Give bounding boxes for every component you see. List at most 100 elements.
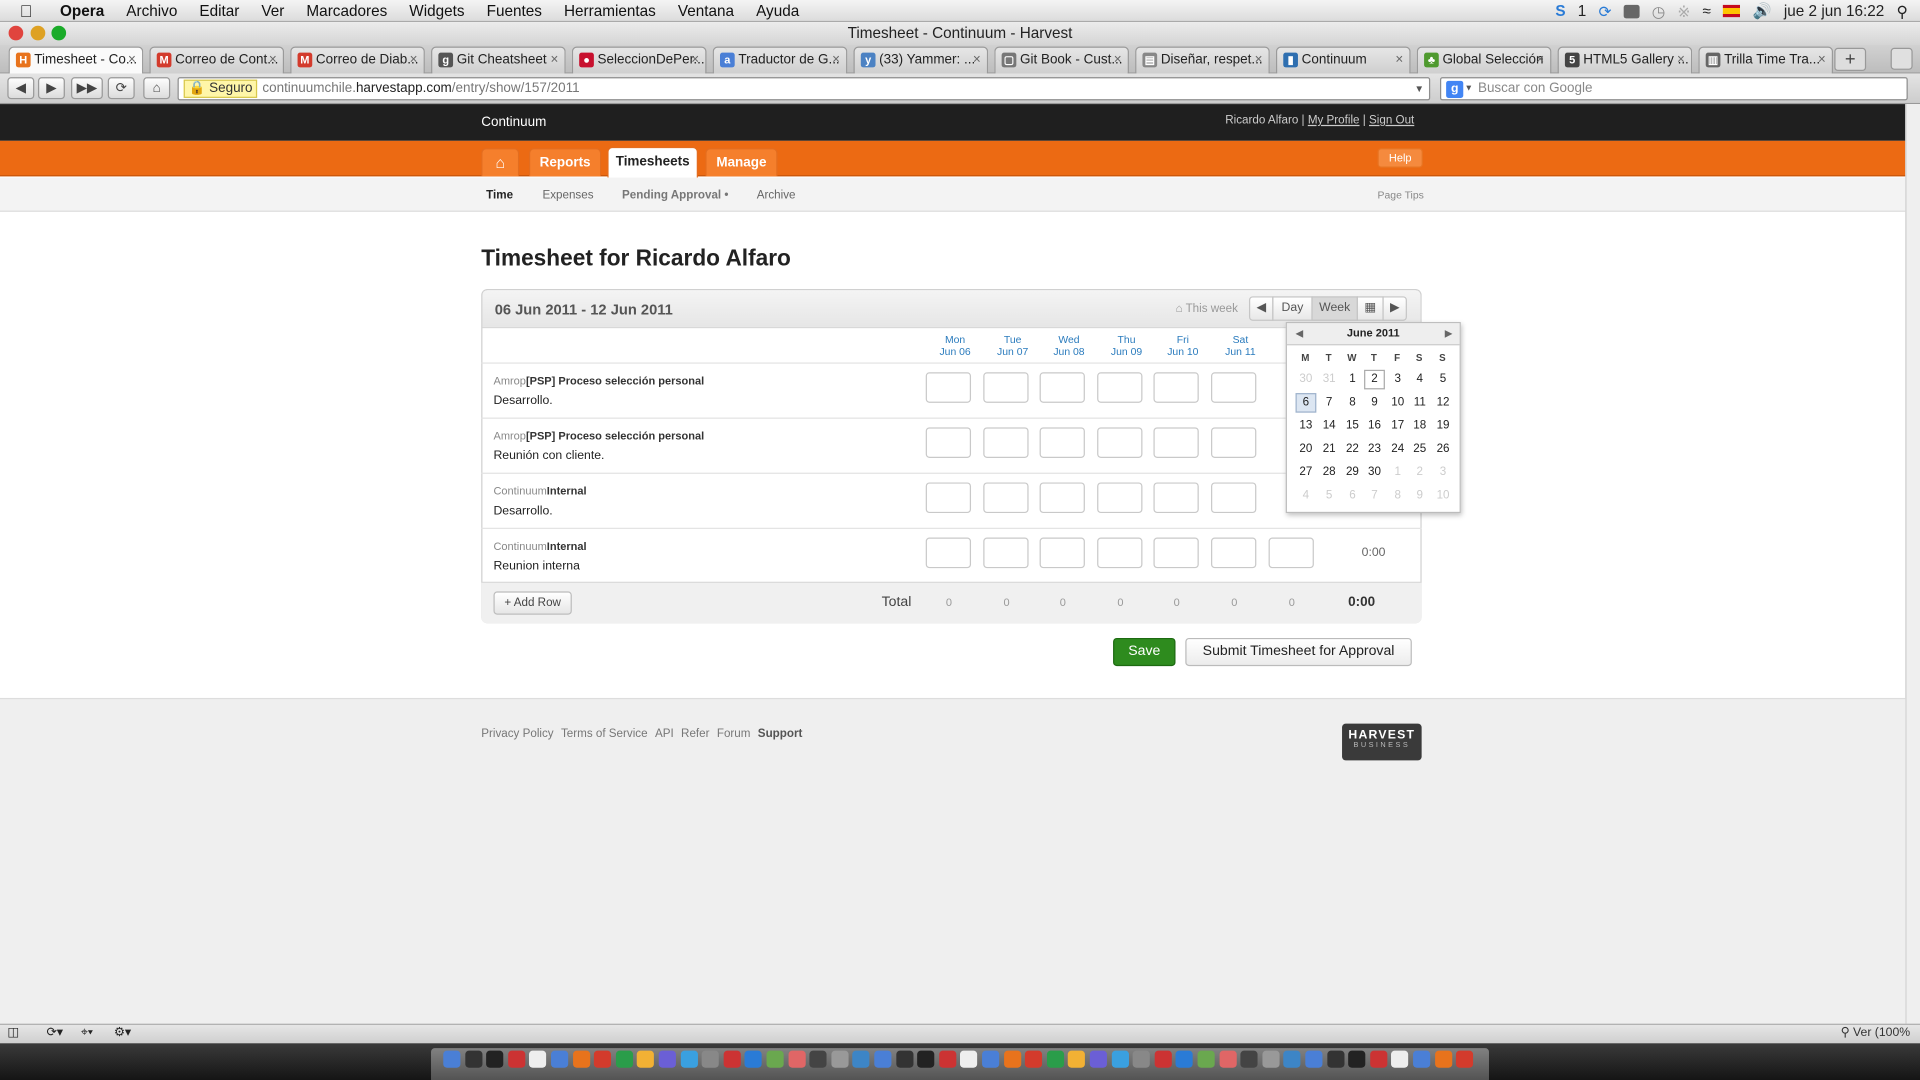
hours-input[interactable]: [1211, 482, 1257, 514]
dock-app-icon[interactable]: [766, 1050, 784, 1068]
calendar-button[interactable]: ▦: [1356, 296, 1384, 321]
hours-input[interactable]: [1097, 427, 1143, 458]
dock-app-icon[interactable]: [874, 1050, 892, 1068]
tab-close-icon[interactable]: ×: [1818, 48, 1826, 72]
hours-input[interactable]: [925, 482, 972, 514]
tab-8[interactable]: ▢ Git Book - Cust... ×: [994, 46, 1129, 74]
url-dropdown-icon[interactable]: ▼: [1414, 78, 1424, 99]
secure-badge[interactable]: 🔒 Seguro: [183, 79, 258, 98]
back-button[interactable]: ◀: [7, 77, 35, 100]
footer-link[interactable]: Support: [758, 727, 803, 740]
dock-app-icon[interactable]: [529, 1050, 547, 1068]
next-week-button[interactable]: ▶: [1382, 296, 1407, 321]
tab-4[interactable]: g Git Cheatsheet ×: [431, 46, 566, 74]
dock-app-icon[interactable]: [852, 1050, 870, 1068]
dock-app-icon[interactable]: [1348, 1050, 1366, 1068]
calendar-day[interactable]: 14: [1319, 416, 1340, 436]
calendar-day[interactable]: 7: [1364, 486, 1385, 506]
calendar-day[interactable]: 15: [1342, 416, 1363, 436]
google-icon[interactable]: g: [1446, 80, 1464, 98]
menu-marcadores[interactable]: Marcadores: [306, 2, 387, 19]
dock-app-icon[interactable]: [486, 1050, 504, 1068]
hours-input[interactable]: [1211, 537, 1257, 569]
tab-close-icon[interactable]: ×: [1114, 48, 1122, 72]
minimize-window-icon[interactable]: [30, 25, 46, 41]
hours-input[interactable]: [925, 427, 972, 458]
calendar-day[interactable]: 25: [1409, 440, 1430, 460]
this-week-link[interactable]: ⌂ This week: [1176, 302, 1238, 315]
bluetooth-icon[interactable]: ※: [1677, 2, 1690, 20]
calendar-day[interactable]: 4: [1296, 486, 1317, 506]
dock-app-icon[interactable]: [788, 1050, 806, 1068]
tab-7[interactable]: y (33) Yammer: ... ×: [853, 46, 989, 74]
calendar-day[interactable]: 16: [1364, 416, 1385, 436]
hours-input[interactable]: [925, 372, 972, 403]
dock-app-icon[interactable]: [1413, 1050, 1431, 1068]
dock-app-icon[interactable]: [831, 1050, 849, 1068]
hours-input[interactable]: [1268, 537, 1314, 569]
dock-app-icon[interactable]: [1219, 1050, 1237, 1068]
wifi-icon[interactable]: ≈: [1703, 2, 1711, 19]
calendar-day[interactable]: 31: [1319, 370, 1340, 390]
dock-app-icon[interactable]: [464, 1050, 482, 1068]
calendar-day[interactable]: 1: [1387, 463, 1408, 483]
add-row-button[interactable]: + Add Row: [493, 591, 572, 615]
calendar-day[interactable]: 9: [1409, 486, 1430, 506]
calendar-day[interactable]: 3: [1387, 370, 1408, 390]
calendar-day[interactable]: 18: [1409, 416, 1430, 436]
footer-link[interactable]: Forum: [717, 727, 751, 740]
tab-close-icon[interactable]: ×: [128, 48, 136, 72]
calendar-day[interactable]: 3: [1433, 463, 1454, 483]
tab-10[interactable]: ▮ Continuum ×: [1275, 46, 1411, 74]
tab-5[interactable]: ● SeleccionDePer... ×: [571, 46, 707, 74]
menu-herramientas[interactable]: Herramientas: [564, 2, 656, 19]
dock-app-icon[interactable]: [1003, 1050, 1021, 1068]
tab-9[interactable]: ▤ Diseñar, respet... ×: [1135, 46, 1270, 74]
calendar-day[interactable]: 23: [1364, 440, 1385, 460]
calendar-day[interactable]: 22: [1342, 440, 1363, 460]
hours-input[interactable]: [925, 537, 972, 569]
my-profile-link[interactable]: My Profile: [1308, 114, 1360, 127]
menu-opera[interactable]: Opera: [60, 2, 104, 19]
apple-icon[interactable]: : [20, 1, 40, 21]
url-field[interactable]: 🔒 Seguro continuumchile.harvestapp.com/en…: [177, 77, 1431, 101]
harvest-business-logo[interactable]: HARVEST BUSINESS: [1342, 723, 1422, 761]
menu-ventana[interactable]: Ventana: [678, 2, 734, 19]
hours-input[interactable]: [1039, 427, 1085, 458]
week-view-button[interactable]: Week: [1311, 296, 1358, 321]
dock-app-icon[interactable]: [1046, 1050, 1064, 1068]
tab-2[interactable]: M Correo de Cont... ×: [149, 46, 285, 74]
calendar-day[interactable]: 20: [1296, 440, 1317, 460]
calendar-day[interactable]: 28: [1319, 463, 1340, 483]
dock-app-icon[interactable]: [1262, 1050, 1280, 1068]
hours-input[interactable]: [1097, 537, 1143, 569]
calendar-day[interactable]: 27: [1296, 463, 1317, 483]
hours-input[interactable]: [983, 427, 1029, 458]
dock-app-icon[interactable]: [1326, 1050, 1344, 1068]
search-engine-dropdown-icon[interactable]: ▼: [1464, 78, 1472, 99]
forward-button[interactable]: ▶: [37, 77, 65, 100]
dock-app-icon[interactable]: [1068, 1050, 1086, 1068]
dock-app-icon[interactable]: [1197, 1050, 1215, 1068]
tab-close-icon[interactable]: ×: [1395, 48, 1403, 72]
dock-app-icon[interactable]: [1240, 1050, 1258, 1068]
tab-close-icon[interactable]: ×: [1677, 48, 1685, 72]
calendar-day[interactable]: 12: [1433, 393, 1454, 413]
calendar-day[interactable]: 10: [1433, 486, 1454, 506]
dock-app-icon[interactable]: [680, 1050, 698, 1068]
settings-icon[interactable]: ⚙▾: [114, 1026, 131, 1039]
dock-app-icon[interactable]: [1456, 1050, 1474, 1068]
dock-app-icon[interactable]: [982, 1050, 1000, 1068]
volume-icon[interactable]: 🔊: [1753, 2, 1772, 20]
day-view-button[interactable]: Day: [1272, 296, 1313, 321]
zoom-level[interactable]: ⚲ Ver (100%: [1841, 1026, 1911, 1039]
calendar-day[interactable]: 5: [1319, 486, 1340, 506]
menu-ver[interactable]: Ver: [261, 2, 284, 19]
hours-input[interactable]: [1153, 427, 1199, 458]
turbo-icon[interactable]: ⟳▾: [47, 1026, 63, 1039]
dock-app-icon[interactable]: [1111, 1050, 1129, 1068]
calendar-day[interactable]: 6: [1342, 486, 1363, 506]
dock-app-icon[interactable]: [1369, 1050, 1388, 1068]
tab-close-icon[interactable]: ×: [973, 48, 981, 72]
footer-link[interactable]: Privacy Policy: [481, 727, 553, 740]
